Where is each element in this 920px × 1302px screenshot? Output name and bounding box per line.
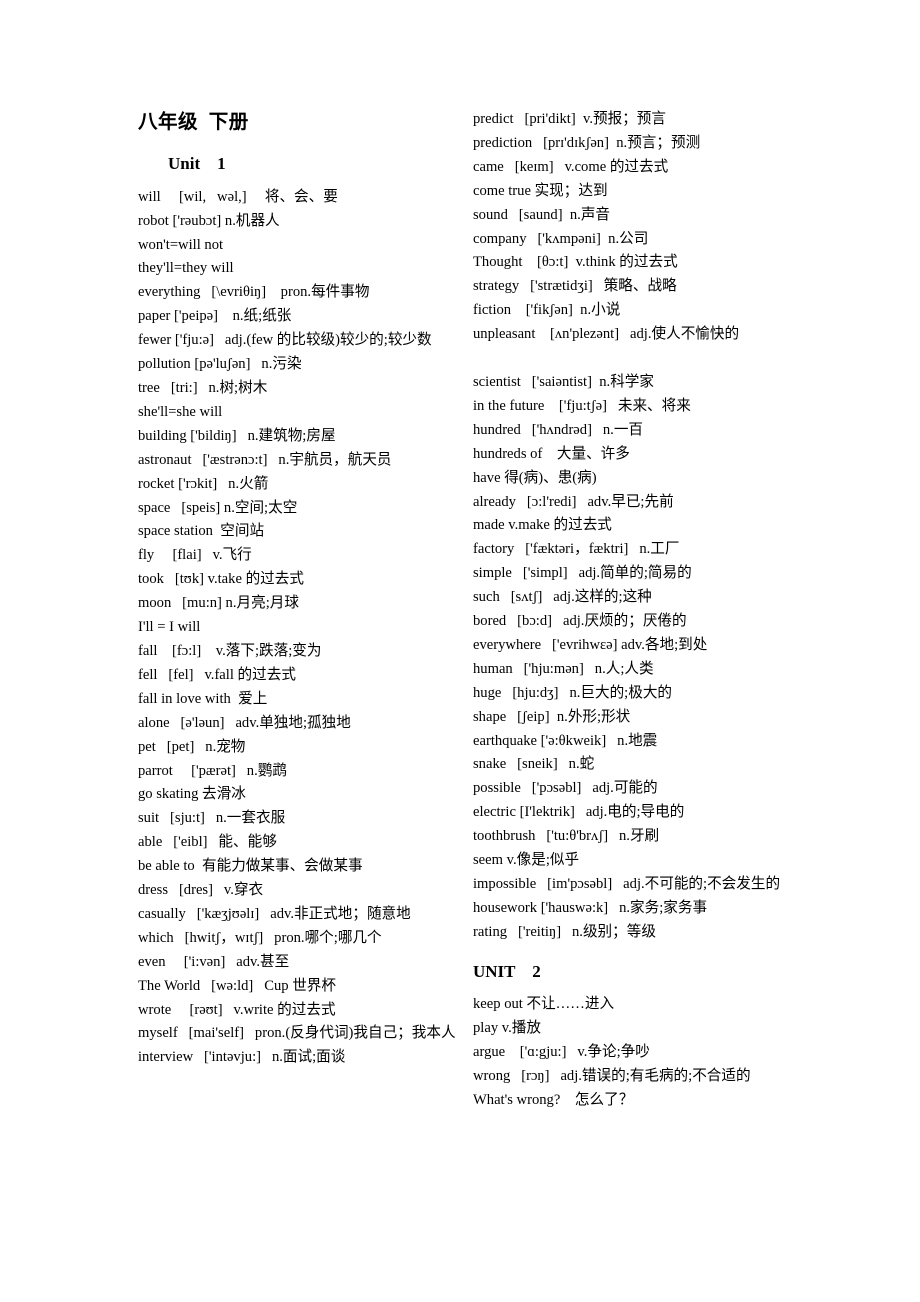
vocabulary-entry: electric [I'lektrik] adj.电的;导电的 [473,804,685,821]
vocabulary-entry: fall [fɔ:l] v.落下;跌落;变为 [138,642,322,659]
vocabulary-entry: able ['eibl] 能、能够 [138,834,277,851]
vocabulary-entry: wrote [rəʊt] v.write 的过去式 [138,1001,336,1018]
vocabulary-entry: will [wil, wəl,] 将、会、要 [138,188,338,205]
vocabulary-entry: rating ['reitiŋ] n.级别；等级 [473,923,656,940]
vocabulary-entry: What's wrong? 怎么了？ [473,1091,634,1108]
vocabulary-entry: predict [pri'dikt] v.预报；预言 [473,111,666,127]
unit-heading-1: Unit 1 [168,154,226,174]
vocabulary-entry: toothbrush ['tu:θ'brʌʃ] n.牙刷 [473,828,660,845]
vocabulary-entry: strategy ['strætidʒi] 策略、战略 [473,278,677,295]
vocabulary-entry: fly [flai] v.飞行 [138,547,252,564]
two-column-layout: 八年级 下册 Unit 1 will [wil, wəl,] 将、会、要 robo… [138,108,825,1113]
vocabulary-entry: hundred ['hʌndrəd] n.一百 [473,421,644,438]
vocabulary-entry: human ['hju:mən] n.人;人类 [473,660,654,677]
vocabulary-entry: took [tʊk] v.take 的过去式 [138,571,304,588]
vocabulary-entry: already [ɔ:l'redi] adv.早已;先前 [473,493,674,510]
vocabulary-entry: huge [hju:dʒ] n.巨大的;极大的 [473,684,673,701]
vocabulary-entry: tree [tri:] n.树;树木 [138,380,268,396]
vocabulary-entry: seem v.像是;似乎 [473,852,580,869]
vocabulary-entry: play v.播放 [473,1020,541,1037]
vocabulary-entry: suit [sju:t] n.一套衣服 [138,810,286,827]
vocabulary-entry: space [speis] n.空间;太空 [138,499,298,516]
vocabulary-entry: unpleasant [ʌn'plezənt] adj.使人不愉快的 [473,326,740,343]
vocabulary-entry: space station 空间站 [138,523,265,540]
vocabulary-entry: in the future ['fju:tʃə] 未来、将来 [473,397,691,414]
vocabulary-entry: such [sʌtʃ] adj.这样的;这种 [473,589,652,606]
vocabulary-entry: Thought [θɔ:t] v.think 的过去式 [473,254,678,271]
vocabulary-entry: hundreds of 大量、许多 [473,445,630,462]
vocabulary-entry: myself [mai'self] pron.(反身代词)我自己；我本人 [138,1025,456,1042]
vocabulary-entry: she'll=she will [138,403,223,420]
vocabulary-entry: factory ['fæktəri，fæktri] n.工厂 [473,541,680,558]
vocabulary-entry: scientist ['saiəntist] n.科学家 [473,373,654,390]
vocabulary-entry: prediction [prɪ'dɪkʃən] n.预言；预测 [473,134,701,151]
vocabulary-entry: everywhere ['evrihwɛə] adv.各地;到处 [473,636,708,653]
vocabulary-entry: fall in love with 爱上 [138,690,268,707]
vocabulary-entry: go skating 去滑冰 [138,786,246,803]
vocabulary-entry: The World [wə:ld] Cup 世界杯 [138,977,336,994]
vocabulary-entry: robot ['rəubɔt] n.机器人 [138,212,280,229]
vocabulary-entry [473,347,808,371]
vocabulary-entry: rocket ['rɔkit] n.火箭 [138,475,269,492]
vocabulary-entry: snake [sneik] n.蛇 [473,756,595,773]
vocabulary-entry: paper ['peipə] n.纸;纸张 [138,308,292,325]
vocabulary-entry: be able to 有能力做某事、会做某事 [138,858,363,875]
vocabulary-entry: shape [ʃeip] n.外形;形状 [473,708,631,725]
vocabulary-entry: building ['bildiŋ] n.建筑物;房屋 [138,427,336,444]
vocabulary-entry: bored [bɔ:d] adj.厌烦的；厌倦的 [473,613,687,630]
vocabulary-entry: made v.make 的过去式 [473,517,612,534]
vocabulary-entry: wrong [rɔŋ] adj.错误的;有毛病的;不合适的 [473,1067,751,1084]
vocabulary-entry: won't=will not [138,236,224,253]
vocabulary-entry: pollution [pə'luʃən] n.污染 [138,356,302,373]
vocabulary-entry: pet [pet] n.宠物 [138,738,246,755]
vocabulary-entry: astronaut ['æstrənɔ:t] n.宇航员，航天员 [138,451,392,468]
vocabulary-entry: even ['i:vən] adv.甚至 [138,953,290,970]
vocabulary-entry: have 得(病)、患(病) [473,469,597,486]
column-right: predict [pri'dikt] v.预报；预言 prediction [pr… [473,108,808,1113]
unit-heading-2: UNIT 2 [473,961,541,981]
vocabulary-list-right-top: predict [pri'dikt] v.预报；预言 prediction [pr… [473,108,808,945]
vocabulary-entry: simple ['simpl] adj.简单的;简易的 [473,565,692,582]
vocabulary-entry: come true 实现；达到 [473,182,608,199]
vocabulary-entry: sound [saund] n.声音 [473,206,611,223]
page-title: 八年级 下册 [138,112,249,133]
vocabulary-entry: possible ['pɔsəbl] adj.可能的 [473,780,658,797]
vocabulary-entry: impossible [im'pɔsəbl] adj.不可能的;不会发生的 [473,876,781,892]
vocabulary-entry: alone [ə'ləun] adv.单独地;孤独地 [138,714,351,731]
vocabulary-entry: parrot ['pærət] n.鹦鹉 [138,762,287,779]
vocabulary-entry: fell [fel] v.fall 的过去式 [138,666,296,683]
vocabulary-entry: moon [mu:n] n.月亮;月球 [138,595,299,612]
vocabulary-entry: argue ['ɑ:gju:] v.争论;争吵 [473,1044,650,1061]
vocabulary-list-right-bottom: keep out 不让……进入 play v.播放 argue ['ɑ:gju:] … [473,993,808,1113]
vocabulary-entry: interview ['intəvju:] n.面试;面谈 [138,1049,346,1066]
vocabulary-entry: earthquake ['ə:θkweik] n.地震 [473,732,658,749]
vocabulary-entry: keep out 不让……进入 [473,996,615,1013]
vocabulary-entry: I'll = I will [138,619,201,636]
vocabulary-entry: company ['kʌmpəni] n.公司 [473,230,649,247]
vocabulary-entry: which [hwitʃ，wɪtʃ] pron.哪个;哪几个 [138,929,382,946]
vocabulary-entry: fiction ['fikʃən] n.小说 [473,302,621,319]
vocabulary-entry: fewer ['fju:ə] adj.(few 的比较级)较少的;较少数 [138,332,432,349]
vocabulary-entry: they'll=they will [138,260,234,277]
vocabulary-entry: dress [dres] v.穿衣 [138,882,264,899]
column-left: 八年级 下册 Unit 1 will [wil, wəl,] 将、会、要 robo… [138,108,473,1070]
vocabulary-entry: housework ['hauswə:k] n.家务;家务事 [473,899,708,916]
vocabulary-entry: everything [\evriθiŋ] pron.每件事物 [138,284,370,301]
vocabulary-entry: casually ['kæʒjʊəlɪ] adv.非正式地；随意地 [138,905,411,922]
vocabulary-list-left: will [wil, wəl,] 将、会、要 robot ['rəubɔt] n.… [138,186,473,1071]
vocabulary-entry: came [keɪm] v.come 的过去式 [473,158,669,175]
document-page: 八年级 下册 Unit 1 will [wil, wəl,] 将、会、要 robo… [0,0,920,1302]
